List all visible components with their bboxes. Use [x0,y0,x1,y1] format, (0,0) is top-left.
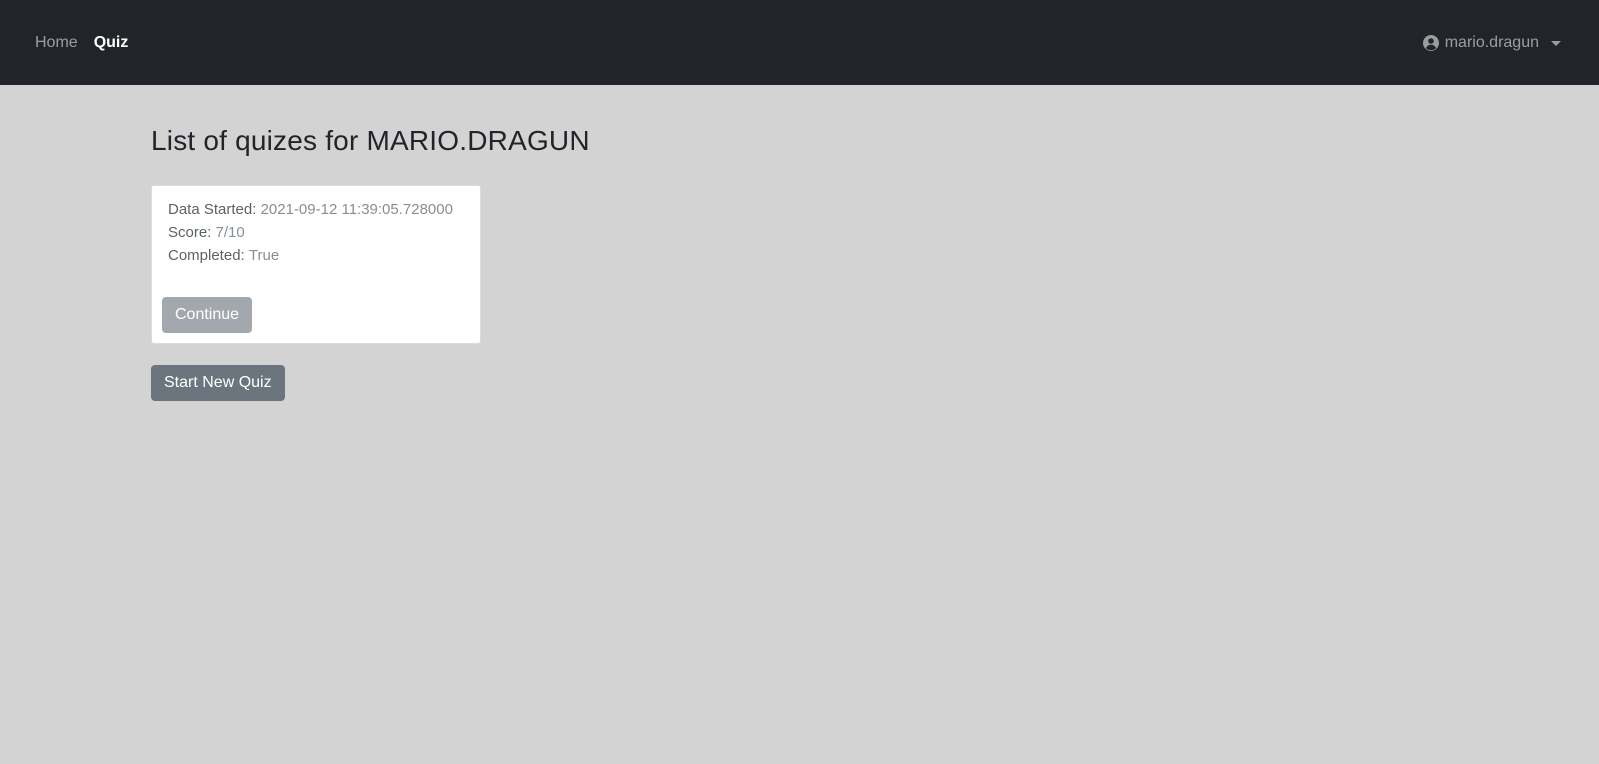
chevron-down-icon [1551,41,1561,46]
quiz-completed-row: Completed: True [162,244,470,267]
quiz-completed-label: Completed: [168,247,245,264]
quiz-card: Data Started: 2021-09-12 11:39:05.728000… [151,185,481,344]
main-content: List of quizes for MARIO.DRAGUN Data Sta… [151,85,1151,401]
quiz-score-value: 7/10 [215,224,245,241]
page-title-prefix: List of quizes for [151,125,359,156]
quiz-score-row: Score: 7/10 [162,221,470,244]
top-navbar: Home Quiz mario.dragun [0,0,1599,85]
continue-button[interactable]: Continue [162,297,253,333]
user-dropdown[interactable]: mario.dragun [1422,33,1564,52]
page-title-username: MARIO.DRAGUN [366,125,590,156]
user-circle-icon [1422,34,1439,51]
nav-quiz-link[interactable]: Quiz [94,34,129,52]
quiz-date-value: 2021-09-12 11:39:05.728000 [260,201,453,218]
user-name-label: mario.dragun [1444,33,1539,51]
quiz-completed-value: True [248,247,280,264]
nav-home-link[interactable]: Home [35,34,78,52]
start-new-quiz-button[interactable]: Start New Quiz [151,365,285,401]
quiz-date-label: Data Started: [168,201,257,218]
quiz-date-row: Data Started: 2021-09-12 11:39:05.728000 [162,198,470,221]
nav-links: Home Quiz [35,34,128,52]
quiz-score-label: Score: [168,224,212,241]
page-title: List of quizes for MARIO.DRAGUN [151,125,1151,157]
